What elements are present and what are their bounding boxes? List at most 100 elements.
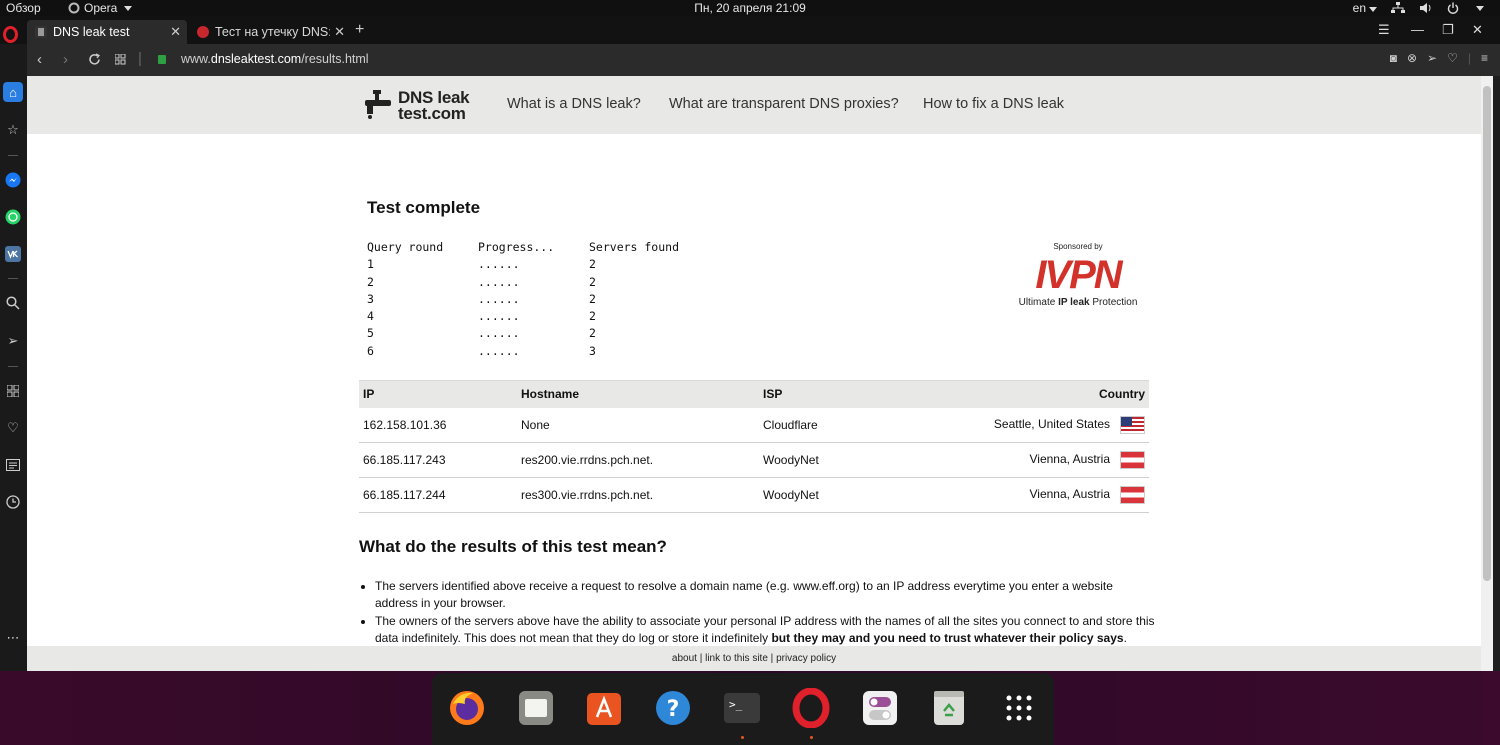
history-icon[interactable] — [3, 492, 23, 512]
sponsor-banner[interactable]: Sponsored by IVPN Ultimate IP leak Prote… — [1015, 242, 1141, 308]
system-top-bar: Обзор Opera Пн, 20 апреля 21:09 en — [0, 0, 1500, 16]
cell-hostname: res200.vie.rrdns.pch.net. — [517, 442, 759, 478]
tab-dns-leak-test[interactable]: DNS leak test ✕ — [27, 20, 187, 44]
url-field[interactable]: www.dnsleaktest.com/results.html — [181, 52, 369, 66]
page-viewport: DNS leak test.com What is a DNS leak? Wh… — [27, 76, 1481, 671]
table-row: 162.158.101.36 None Cloudflare Seattle, … — [359, 407, 1149, 443]
search-icon[interactable] — [3, 293, 23, 313]
reload-icon[interactable] — [88, 53, 101, 66]
new-tab-button[interactable]: + — [355, 21, 364, 39]
minimize-icon[interactable]: — — [1411, 22, 1424, 37]
camera-icon[interactable]: ◙ — [1390, 51, 1397, 65]
clock[interactable]: Пн, 20 апреля 21:09 — [0, 1, 1500, 15]
news-icon[interactable] — [3, 455, 23, 475]
table-row: 66.185.117.244 res300.vie.rrdns.pch.net.… — [359, 477, 1149, 513]
query-header-row: Query round Progress... Servers found — [367, 240, 680, 254]
power-icon[interactable] — [1447, 2, 1459, 14]
flow-icon[interactable]: ➢ — [1427, 51, 1437, 65]
cell-isp: WoodyNet — [759, 442, 959, 478]
home-icon[interactable]: ⌂ — [3, 82, 23, 102]
tab-menu-icon[interactable]: ☰ — [1378, 22, 1390, 38]
divider: | — [138, 50, 142, 67]
system-tray[interactable]: en — [1353, 0, 1484, 16]
site-favicon — [197, 26, 209, 38]
divider — [8, 366, 18, 367]
easy-setup-icon[interactable]: ≡ — [1481, 51, 1488, 65]
speed-dial-icon[interactable] — [115, 54, 126, 65]
software-icon[interactable] — [583, 687, 625, 729]
austria-flag-icon — [1120, 486, 1145, 504]
tab-label: Тест на утечку DNS: Ка — [215, 25, 330, 39]
results-meaning-list: The servers identified above receive a r… — [375, 578, 1155, 648]
site-footer: about | link to this site | privacy poli… — [27, 646, 1481, 671]
query-row: 3...... 2 — [367, 291, 596, 306]
network-icon[interactable] — [1391, 2, 1405, 14]
us-flag-icon — [1120, 415, 1145, 434]
star-icon[interactable]: ☆ — [3, 120, 23, 140]
keyboard-layout[interactable]: en — [1353, 1, 1377, 15]
messenger-icon[interactable] — [3, 170, 23, 190]
close-icon[interactable]: ✕ — [334, 24, 345, 40]
sponsor-label: Sponsored by — [1053, 242, 1103, 251]
footer-privacy-link[interactable]: privacy policy — [776, 653, 836, 664]
nav-fix-dns-leak[interactable]: How to fix a DNS leak — [923, 96, 1064, 112]
adblock-icon[interactable]: ⊗ — [1407, 51, 1417, 65]
footer-link-to-site[interactable]: link to this site — [705, 653, 768, 664]
tab-label: DNS leak test — [53, 25, 130, 39]
dnsleaktest-favicon — [35, 26, 47, 38]
query-row: 1...... 2 — [367, 257, 596, 272]
cell-isp: WoodyNet — [759, 477, 959, 513]
austria-flag-icon — [1120, 451, 1145, 469]
opera-menu-icon[interactable] — [3, 26, 18, 43]
cell-country: Vienna, Austria — [959, 442, 1149, 478]
lock-icon[interactable] — [158, 55, 166, 64]
heart-icon[interactable]: ♡ — [3, 418, 23, 438]
scrollbar-thumb[interactable] — [1483, 86, 1491, 581]
apps-icon[interactable] — [3, 381, 23, 401]
ubuntu-dock: ? >_ — [432, 673, 1054, 745]
nav-transparent-dns-proxies[interactable]: What are transparent DNS proxies? — [669, 96, 899, 112]
whatsapp-icon[interactable] — [3, 207, 23, 227]
address-bar-actions: ◙ ⊗ ➢ ♡ | ≡ — [1390, 51, 1488, 65]
heart-icon[interactable]: ♡ — [1447, 51, 1458, 65]
nav-what-is-dns-leak[interactable]: What is a DNS leak? — [507, 96, 641, 112]
list-item: The servers identified above receive a r… — [375, 578, 1155, 613]
table-header-row: IP Hostname ISP Country — [359, 380, 1149, 408]
forward-icon[interactable]: › — [63, 51, 68, 68]
opera-icon[interactable] — [790, 687, 832, 739]
maximize-icon[interactable]: ❐ — [1442, 22, 1454, 38]
app-grid-icon[interactable] — [998, 687, 1040, 729]
site-header: DNS leak test.com What is a DNS leak? Wh… — [27, 76, 1481, 134]
footer-about-link[interactable]: about — [672, 653, 697, 664]
divider — [8, 155, 18, 156]
column-header-isp: ISP — [759, 380, 959, 408]
volume-icon[interactable] — [1419, 2, 1433, 14]
close-icon[interactable]: ✕ — [170, 24, 181, 40]
tab-dns-test-ru[interactable]: Тест на утечку DNS: Ка ✕ — [189, 20, 351, 44]
firefox-icon[interactable] — [446, 687, 488, 729]
files-icon[interactable] — [515, 687, 557, 729]
vk-icon[interactable] — [3, 244, 23, 264]
more-icon[interactable]: ⋯ — [3, 628, 23, 648]
cell-hostname: None — [517, 407, 759, 443]
svg-text:?: ? — [667, 697, 680, 722]
close-window-icon[interactable]: ✕ — [1472, 22, 1483, 38]
cell-country: Seattle, United States — [959, 407, 1149, 443]
column-header-country: Country — [959, 380, 1149, 408]
chevron-down-icon[interactable] — [1476, 5, 1484, 11]
divider — [8, 278, 18, 279]
terminal-icon[interactable]: >_ — [721, 687, 763, 739]
send-icon[interactable]: ➢ — [3, 331, 23, 351]
back-icon[interactable]: ‹ — [37, 51, 42, 68]
column-header-hostname: Hostname — [517, 380, 759, 408]
site-logo[interactable]: DNS leak test.com — [363, 88, 475, 123]
settings-icon[interactable] — [859, 687, 901, 729]
query-row: 2...... 2 — [367, 274, 596, 289]
window-edge — [1493, 76, 1500, 671]
sponsor-tagline: Ultimate IP leak Protection — [1018, 297, 1138, 308]
cell-country: Vienna, Austria — [959, 477, 1149, 513]
help-icon[interactable]: ? — [652, 687, 694, 729]
trash-icon[interactable] — [928, 687, 970, 729]
chevron-down-icon — [1369, 7, 1377, 12]
page-scrollbar[interactable] — [1481, 76, 1493, 671]
